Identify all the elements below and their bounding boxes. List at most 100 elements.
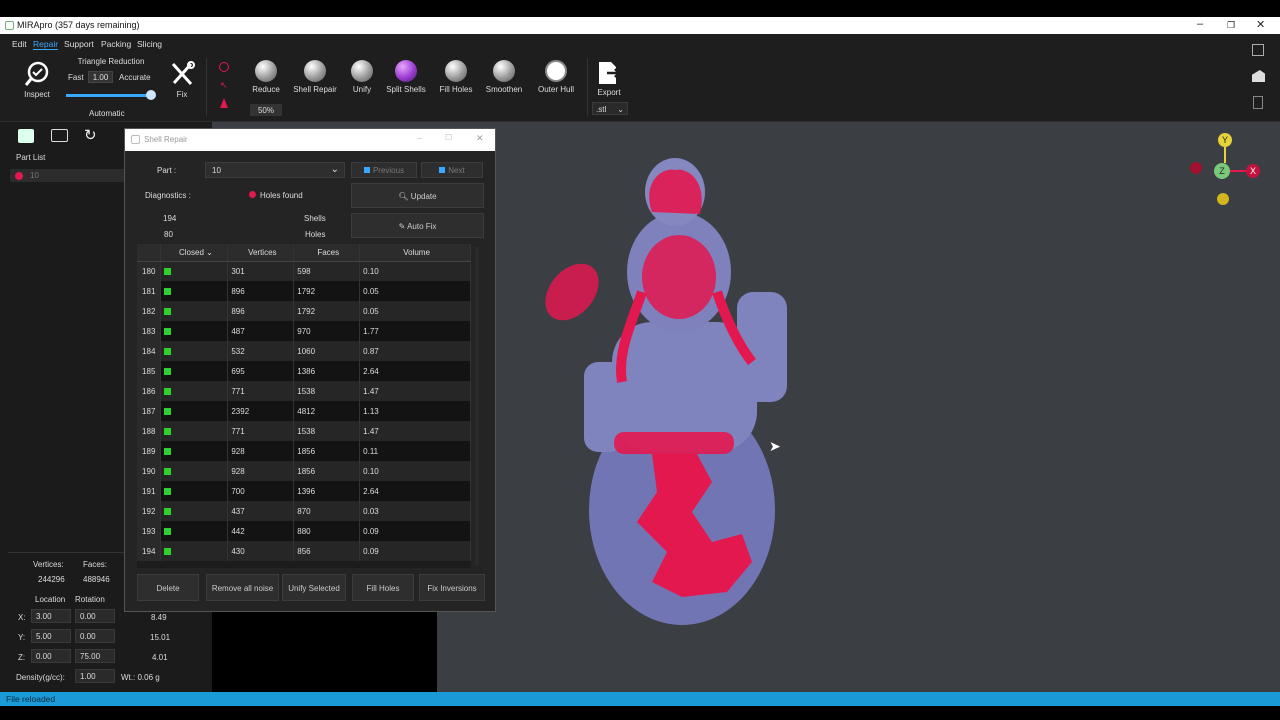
chevron-down-icon: ⌄ [206,247,213,257]
table-row[interactable]: 182 896 1792 0.05 [137,301,471,321]
maximize-button[interactable]: ❐ [1227,20,1235,31]
menu-edit[interactable]: Edit [12,39,27,49]
table-row[interactable]: 188 771 1538 1.47 [137,421,471,441]
table-row[interactable]: 185 695 1386 2.64 [137,361,471,381]
reduction-slider-track[interactable] [66,94,152,97]
dialog-minimize-button[interactable]: – [417,133,422,143]
location-x-field[interactable]: 3.00 [31,609,71,623]
location-z-field[interactable]: 0.00 [31,649,71,663]
table-row[interactable]: 180 301 598 0.10 [137,261,471,281]
volume-cell: 1.13 [359,401,471,421]
reduce-button[interactable]: Reduce [250,60,282,94]
next-button[interactable]: Next [421,162,483,178]
status-text: File reloaded [6,694,56,704]
axis-x-handle[interactable]: X [1246,164,1260,178]
closed-column-header[interactable]: Closed ⌄ [160,244,229,262]
vertices-cell: 442 [227,521,295,541]
reduction-value-field[interactable]: 1.00 [88,71,113,83]
vertices-cell: 896 [227,281,295,301]
table-row[interactable]: 181 896 1792 0.05 [137,281,471,301]
rotation-y-field[interactable]: 0.00 [75,629,115,643]
closed-cell [160,361,229,381]
previous-button[interactable]: Previous [351,162,417,178]
table-row[interactable]: 189 928 1856 0.11 [137,441,471,461]
split-shells-button[interactable]: Split Shells [384,60,428,94]
table-row[interactable]: 184 532 1060 0.87 [137,341,471,361]
volume-column-header[interactable]: Volume [359,244,471,262]
add-part-icon[interactable] [18,129,34,143]
accurate-label: Accurate [119,73,151,82]
circle-select-icon[interactable] [219,62,229,72]
shell-repair-button[interactable]: Shell Repair [292,60,338,94]
triangle-reduction-label: Triangle Reduction [77,57,145,66]
triangle-select-icon[interactable] [220,98,228,108]
close-button[interactable]: ✕ [1256,18,1265,31]
faces-column-header[interactable]: Faces [293,244,361,262]
outer-hull-button[interactable]: Outer Hull [535,60,577,94]
smoothen-button[interactable]: Smoothen [485,60,523,94]
fill-holes-action-button[interactable]: Fill Holes [352,574,414,601]
refresh-icon[interactable]: ↻ [84,126,97,144]
unify-button[interactable]: Unify [348,60,376,94]
table-row[interactable]: 192 437 870 0.03 [137,501,471,521]
fill-holes-button[interactable]: Fill Holes [438,60,474,94]
volume-cell: 0.03 [359,501,471,521]
fix-button[interactable]: Fix [168,60,196,99]
table-row[interactable]: 183 487 970 1.77 [137,321,471,341]
trash-icon[interactable] [1253,96,1263,109]
rotation-x-field[interactable]: 0.00 [75,609,115,623]
reduce-percent-field[interactable]: 50% [250,104,282,116]
axis-neg-x-handle[interactable] [1190,162,1202,174]
cursor-select-icon[interactable]: ↖ [220,80,228,90]
auto-fix-button[interactable]: ✎ Auto Fix [351,213,484,238]
vertices-value: 244296 [38,575,65,584]
weight-value: Wt.: 0.06 g [121,673,160,682]
menu-repair[interactable]: Repair [33,39,59,50]
fix-inversions-button[interactable]: Fix Inversions [419,574,485,601]
table-row[interactable]: 190 928 1856 0.10 [137,461,471,481]
dialog-maximize-button[interactable]: ☐ [445,133,452,142]
inspect-button[interactable]: Inspect [20,60,54,99]
vertices-cell: 2392 [227,401,295,421]
vertices-cell: 437 [227,501,295,521]
reduction-slider-handle[interactable] [146,90,156,100]
menu-slicing[interactable]: Slicing [137,39,162,49]
delete-button[interactable]: Delete [137,574,199,601]
export-button[interactable]: Export [594,60,624,97]
table-row[interactable]: 194 430 856 0.09 [137,541,471,561]
vertices-column-header[interactable]: Vertices [227,244,295,262]
remove-all-noise-button[interactable]: Remove all noise [206,574,279,601]
axis-neg-y-handle[interactable] [1217,193,1229,205]
location-y-field[interactable]: 5.00 [31,629,71,643]
building-icon[interactable] [1252,44,1264,56]
minimize-button[interactable]: – [1197,18,1203,30]
part-select[interactable]: 10 ⌄ [205,162,345,178]
vertices-cell: 771 [227,381,295,401]
export-format-select[interactable]: .stl ⌄ [592,102,628,115]
axis-y-handle[interactable]: Y [1218,133,1232,147]
row-number: 191 [137,481,162,501]
dialog-close-button[interactable]: ✕ [476,133,484,144]
viewport-mask [212,612,437,692]
part-list-label: Part List [16,153,46,162]
density-field[interactable]: 1.00 [75,669,115,683]
faces-cell: 1792 [293,281,361,301]
paint-icon[interactable] [1252,70,1265,82]
table-row[interactable]: 193 442 880 0.09 [137,521,471,541]
unify-selected-button[interactable]: Unify Selected [282,574,346,601]
dialog-title: Shell Repair [144,135,188,144]
table-row[interactable]: 187 2392 4812 1.13 [137,401,471,421]
rotation-z-field[interactable]: 75.00 [75,649,115,663]
axis-z-handle[interactable]: Z [1214,163,1230,179]
open-folder-icon[interactable] [51,129,68,142]
closed-cell [160,441,229,461]
update-button[interactable]: 🔍︎ Update [351,183,484,208]
row-number: 187 [137,401,162,421]
menu-packing[interactable]: Packing [101,39,131,49]
table-scrollbar[interactable] [475,247,479,565]
menu-support[interactable]: Support [64,39,94,49]
table-row[interactable]: 186 771 1538 1.47 [137,381,471,401]
part-list-item[interactable]: 10 [10,169,124,182]
table-row[interactable]: 191 700 1396 2.64 [137,481,471,501]
row-number: 189 [137,441,162,461]
